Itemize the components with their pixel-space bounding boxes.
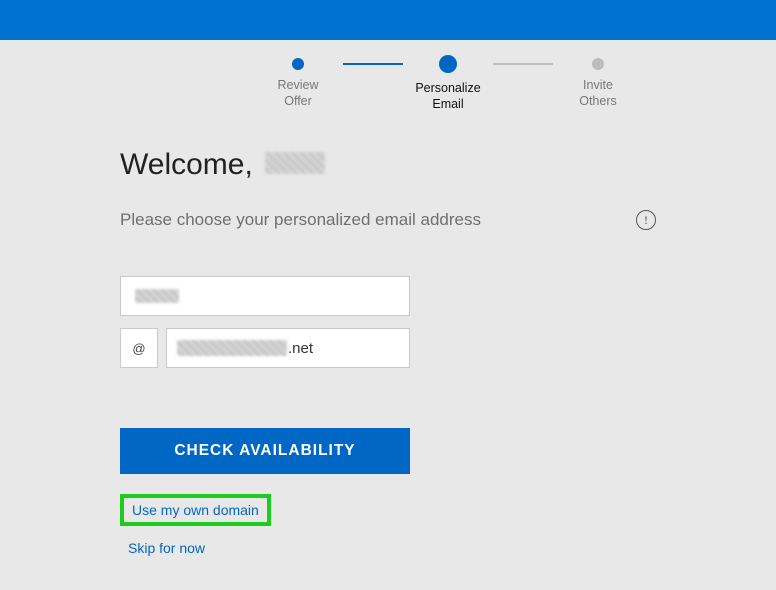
email-domain-input[interactable]: .net <box>166 328 410 368</box>
step-dot <box>292 58 304 70</box>
user-name-redacted <box>265 152 325 174</box>
email-domain-value-redacted <box>177 340 287 356</box>
step-connector <box>343 63 403 65</box>
info-icon[interactable] <box>636 210 656 230</box>
email-local-input[interactable] <box>120 276 410 316</box>
welcome-heading: Welcome, <box>120 148 656 182</box>
brand-top-bar <box>0 0 776 40</box>
step-dot <box>439 55 457 73</box>
progress-stepper: ReviewOffer PersonalizeEmail InviteOther… <box>120 58 776 112</box>
email-local-value-redacted <box>135 289 179 303</box>
skip-for-now-link[interactable]: Skip for now <box>120 538 213 556</box>
welcome-prefix: Welcome, <box>120 148 253 182</box>
step-personalize-email: PersonalizeEmail <box>403 58 493 112</box>
step-review-offer: ReviewOffer <box>253 58 343 109</box>
step-label: ReviewOffer <box>278 78 319 109</box>
at-symbol-box: @ <box>120 328 158 368</box>
use-my-own-domain-link[interactable]: Use my own domain <box>120 494 271 526</box>
step-label: PersonalizeEmail <box>415 81 480 112</box>
step-invite-others: InviteOthers <box>553 58 643 109</box>
page-subtitle: Please choose your personalized email ad… <box>120 210 481 230</box>
step-connector <box>493 63 553 65</box>
step-dot <box>592 58 604 70</box>
domain-suffix: .net <box>288 340 313 357</box>
step-label: InviteOthers <box>579 78 617 109</box>
check-availability-button[interactable]: CHECK AVAILABILITY <box>120 428 410 474</box>
